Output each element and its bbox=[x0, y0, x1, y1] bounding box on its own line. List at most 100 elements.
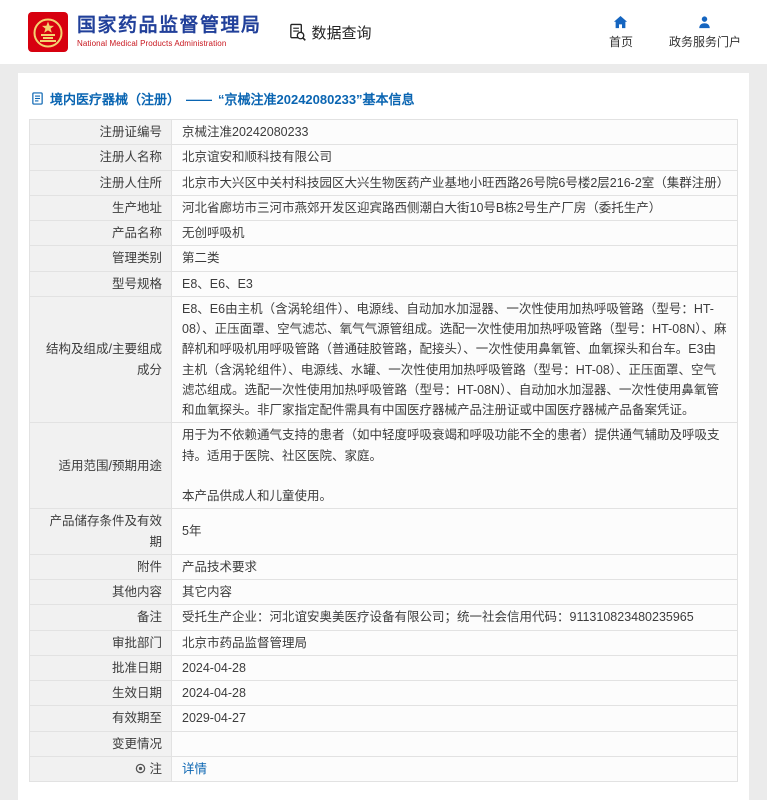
breadcrumb-section: 境内医疗器械（注册） bbox=[50, 92, 181, 107]
table-row: 审批部门 北京市药品监督管理局 bbox=[29, 629, 738, 656]
row-value-cell: 北京谊安和顺科技有限公司 bbox=[171, 144, 738, 171]
row-label: 变更情况 bbox=[111, 736, 162, 751]
table-row: 生效日期 2024-04-28 bbox=[29, 679, 738, 707]
row-label-cell: 型号规格 bbox=[29, 270, 172, 297]
row-value-cell: 5年 bbox=[171, 508, 738, 555]
row-value: 北京市药品监督管理局 bbox=[182, 635, 308, 650]
page-content: 境内医疗器械（注册） —— “京械注准20242080233”基本信息 注册证编号 … bbox=[0, 64, 767, 800]
row-value-cell: 无创呼吸机 bbox=[171, 219, 738, 247]
site-title-cn: 国家药品监督管理局 bbox=[77, 14, 262, 36]
site-title-block: 国家药品监督管理局 National Medical Products Admi… bbox=[77, 14, 262, 49]
table-row: 注册证编号 京械注准20242080233 bbox=[29, 118, 738, 146]
row-value-cell: 2024-04-28 bbox=[171, 679, 738, 707]
row-label-cell: 变更情况 bbox=[29, 730, 172, 757]
table-row: 注册人名称 北京谊安和顺科技有限公司 bbox=[29, 144, 738, 171]
row-label: 结构及组成/主要组成成分 bbox=[46, 342, 162, 377]
home-icon bbox=[614, 15, 628, 28]
site-header: 国家药品监督管理局 National Medical Products Admi… bbox=[0, 0, 767, 64]
table-row: 适用范围/预期用途 用于为不依赖通气支持的患者（如中轻度呼吸衰竭和呼吸功能不全的… bbox=[29, 422, 738, 510]
row-value: 产品技术要求 bbox=[182, 559, 258, 574]
row-label: 有效期至 bbox=[111, 711, 162, 726]
data-query-nav[interactable]: 数据查询 bbox=[288, 22, 372, 43]
table-row: 型号规格 E8、E6、E3 bbox=[29, 270, 738, 297]
row-label: 注册人名称 bbox=[99, 150, 162, 165]
table-row: 产品储存条件及有效期 5年 bbox=[29, 508, 738, 555]
row-value: E8、E6由主机（含涡轮组件）、电源线、自动加水加湿器、一次性使用加热呼吸管路（… bbox=[182, 301, 727, 417]
row-value-cell: 北京市药品监督管理局 bbox=[171, 629, 738, 656]
row-value: 第二类 bbox=[182, 251, 220, 266]
table-row: 备注 受托生产企业：河北谊安奥美医疗设备有限公司；统一社会信用代码：911310… bbox=[29, 604, 738, 631]
row-value-cell: 2029-04-27 bbox=[171, 705, 738, 732]
row-value: 其它内容 bbox=[182, 585, 233, 599]
row-value: 5年 bbox=[182, 524, 202, 539]
row-value-cell: E8、E6由主机（含涡轮组件）、电源线、自动加水加湿器、一次性使用加热呼吸管路（… bbox=[171, 295, 738, 424]
circle-dot-icon bbox=[136, 763, 146, 774]
row-label: 审批部门 bbox=[111, 635, 162, 650]
row-value: E8、E6、E3 bbox=[182, 276, 253, 291]
document-icon bbox=[32, 92, 43, 105]
row-value: 2029-04-27 bbox=[182, 711, 246, 726]
row-label: 生产地址 bbox=[111, 200, 162, 215]
row-value-cell: 2024-04-28 bbox=[171, 654, 738, 682]
row-value: 京械注准20242080233 bbox=[182, 125, 309, 139]
row-label-cell: 注 bbox=[29, 755, 172, 783]
row-label: 附件 bbox=[136, 559, 162, 574]
row-value: 受托生产企业：河北谊安奥美医疗设备有限公司；统一社会信用代码：911310823… bbox=[182, 610, 694, 625]
row-label-cell: 生效日期 bbox=[29, 679, 172, 707]
row-label-cell: 其他内容 bbox=[29, 578, 172, 606]
row-label: 适用范围/预期用途 bbox=[58, 458, 162, 473]
row-label-cell: 产品储存条件及有效期 bbox=[29, 508, 172, 555]
table-row: 有效期至 2029-04-27 bbox=[29, 705, 738, 732]
row-label-cell: 审批部门 bbox=[29, 629, 172, 656]
site-title-en: National Medical Products Administration bbox=[77, 38, 227, 48]
row-value: 用于为不依赖通气支持的患者（如中轻度呼吸衰竭和呼吸功能不全的患者）提供通气辅助及… bbox=[182, 428, 720, 503]
row-label: 产品名称 bbox=[111, 226, 162, 240]
table-row: 变更情况 bbox=[29, 730, 738, 757]
row-label: 注册证编号 bbox=[99, 125, 162, 139]
row-label-cell: 附件 bbox=[29, 553, 172, 581]
row-value-cell: 其它内容 bbox=[171, 578, 738, 606]
row-label: 产品储存条件及有效期 bbox=[49, 514, 162, 549]
row-value-cell: E8、E6、E3 bbox=[171, 270, 738, 297]
breadcrumb-text: 境内医疗器械（注册） —— “京械注准20242080233”基本信息 bbox=[50, 89, 415, 108]
row-value-cell: 北京市大兴区中关村科技园区大兴生物医药产业基地小旺西路26号院6号楼2层216-… bbox=[171, 169, 738, 196]
table-row: 产品名称 无创呼吸机 bbox=[29, 219, 738, 247]
row-label-cell: 备注 bbox=[29, 604, 172, 631]
row-value-cell bbox=[171, 730, 738, 757]
nav-home[interactable]: 首页 bbox=[609, 15, 633, 50]
table-row: 注册人住所 北京市大兴区中关村科技园区大兴生物医药产业基地小旺西路26号院6号楼… bbox=[29, 169, 738, 196]
nmpa-emblem-logo bbox=[28, 12, 68, 52]
row-value: 北京市大兴区中关村科技园区大兴生物医药产业基地小旺西路26号院6号楼2层216-… bbox=[182, 175, 730, 190]
table-row: 生产地址 河北省廊坊市三河市燕郊开发区迎宾路西侧潮白大街10号B栋2号生产厂房（… bbox=[29, 194, 738, 222]
row-label: 型号规格 bbox=[111, 276, 162, 291]
row-value: 2024-04-28 bbox=[182, 660, 246, 675]
row-value: 2024-04-28 bbox=[182, 686, 246, 700]
table-row: 注 详情 bbox=[29, 755, 738, 783]
table-row: 其他内容 其它内容 bbox=[29, 578, 738, 606]
row-label: 备注 bbox=[136, 610, 162, 625]
row-label-cell: 管理类别 bbox=[29, 245, 172, 272]
row-value-cell: 详情 bbox=[171, 755, 738, 783]
row-label-cell: 产品名称 bbox=[29, 219, 172, 247]
table-row: 管理类别 第二类 bbox=[29, 245, 738, 272]
data-query-label: 数据查询 bbox=[311, 24, 372, 42]
table-row: 附件 产品技术要求 bbox=[29, 553, 738, 581]
document-magnifier-icon bbox=[289, 23, 306, 41]
row-label: 其他内容 bbox=[111, 585, 162, 599]
nav-portal-label: 政务服务门户 bbox=[668, 34, 741, 49]
row-value: 无创呼吸机 bbox=[182, 226, 245, 240]
row-value-cell: 受托生产企业：河北谊安奥美医疗设备有限公司；统一社会信用代码：911310823… bbox=[171, 604, 738, 631]
row-label-cell: 适用范围/预期用途 bbox=[29, 422, 172, 510]
breadcrumb-separator: —— bbox=[186, 92, 213, 107]
table-row: 批准日期 2024-04-28 bbox=[29, 654, 738, 682]
nav-portal[interactable]: 政务服务门户 bbox=[669, 15, 741, 50]
row-value-cell: 用于为不依赖通气支持的患者（如中轻度呼吸衰竭和呼吸功能不全的患者）提供通气辅助及… bbox=[171, 422, 738, 510]
row-label: 管理类别 bbox=[111, 251, 162, 266]
row-label-cell: 注册人名称 bbox=[29, 144, 172, 171]
row-value-cell: 京械注准20242080233 bbox=[171, 118, 738, 146]
row-value: 北京谊安和顺科技有限公司 bbox=[182, 150, 333, 165]
row-value: 河北省廊坊市三河市燕郊开发区迎宾路西侧潮白大街10号B栋2号生产厂房（委托生产） bbox=[182, 200, 662, 215]
detail-link[interactable]: 详情 bbox=[182, 762, 207, 776]
breadcrumb: 境内医疗器械（注册） —— “京械注准20242080233”基本信息 bbox=[29, 82, 738, 119]
row-label: 注册人住所 bbox=[99, 175, 162, 190]
